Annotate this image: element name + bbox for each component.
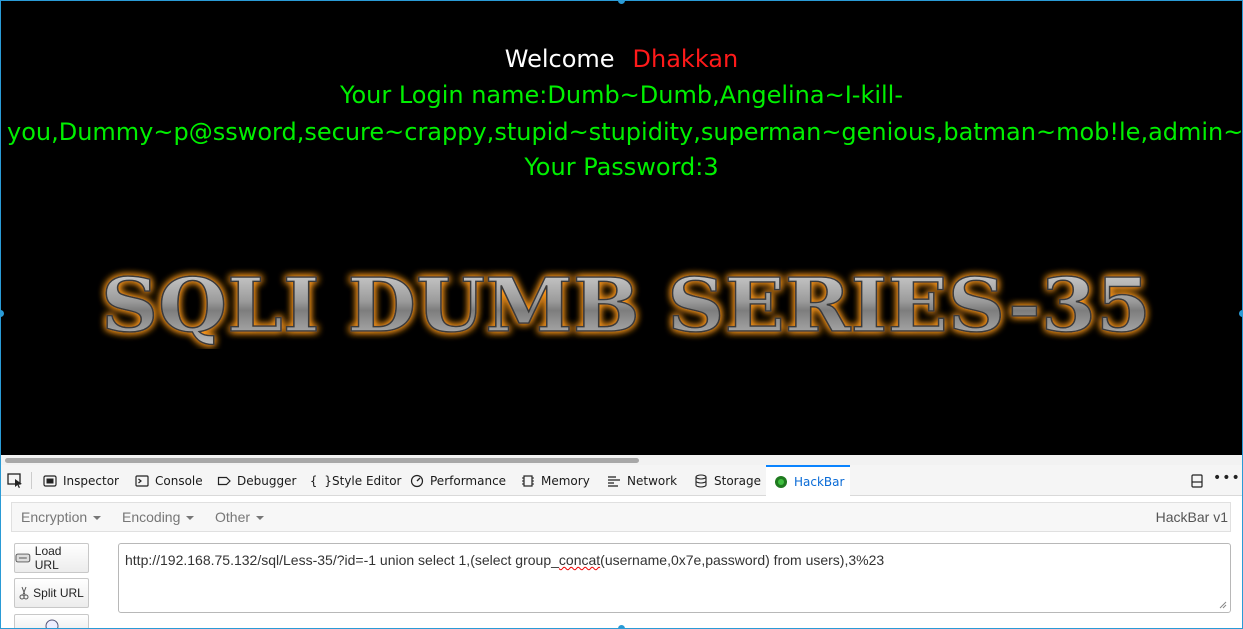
series-banner-logo: SQLI DUMB SERIES-35 (100, 262, 1152, 349)
split-url-label: Split URL (33, 586, 84, 600)
scrollbar-thumb[interactable] (5, 458, 639, 463)
console-icon (135, 474, 149, 487)
login-name-line-2: you,Dummy~p@ssword,secure~crappy,stupid~… (7, 118, 1242, 146)
login-name-line-1: Your Login name:Dumb~Dumb,Angelina~I-kil… (339, 81, 904, 109)
tab-storage-label: Storage (714, 473, 761, 488)
selection-handle-right (1239, 310, 1243, 317)
split-url-button[interactable]: Split URL (14, 578, 89, 608)
resize-grip-icon[interactable] (1219, 601, 1227, 609)
dock-side-icon[interactable] (1190, 474, 1204, 488)
tab-performance[interactable]: Performance (406, 465, 510, 496)
load-icon (15, 553, 31, 563)
welcome-name: Dhakkan (632, 45, 739, 73)
element-picker-icon[interactable] (7, 473, 23, 488)
url-text-spellcheck: concat (558, 552, 601, 568)
performance-icon (410, 474, 424, 487)
tab-inspector-label: Inspector (63, 473, 119, 488)
page-horizontal-scrollbar[interactable] (1, 455, 1242, 465)
devtools-toolbar: Inspector Console Debugger { } Style Edi… (1, 465, 1242, 496)
menu-encryption-label: Encryption (21, 509, 88, 525)
banner-text: SQLI DUMB SERIES-35 (101, 263, 1151, 349)
menu-other[interactable]: Other (215, 509, 265, 525)
execute-icon (45, 619, 58, 629)
tab-debugger[interactable]: Debugger (213, 465, 300, 496)
execute-button-partial[interactable] (14, 614, 89, 629)
menu-encoding-label: Encoding (122, 509, 181, 525)
menu-encoding[interactable]: Encoding (122, 509, 195, 525)
tab-debugger-label: Debugger (237, 473, 297, 488)
tab-network-label: Network (627, 473, 678, 488)
tab-console-label: Console (155, 473, 203, 488)
inspector-icon (43, 474, 57, 487)
page-viewport: Welcome Dhakkan Your Login name:Dumb~Dumb… (1, 1, 1242, 455)
menu-encryption[interactable]: Encryption (21, 509, 102, 525)
storage-icon (695, 473, 707, 488)
tab-storage[interactable]: Storage (690, 465, 765, 496)
chevron-down-icon (93, 516, 102, 521)
welcome-label: Welcome (504, 45, 615, 73)
password-line: Your Password:3 (524, 153, 719, 181)
load-url-label: Load URL (34, 544, 62, 572)
hackbar-menu-bar: Encryption Encoding Other HackBar v1 (11, 502, 1231, 532)
tab-performance-label: Performance (430, 473, 507, 488)
tab-style-editor-label: Style Editor (332, 473, 402, 488)
menu-other-label: Other (215, 509, 251, 525)
chevron-down-icon (186, 516, 195, 521)
toolbar-separator (31, 472, 32, 489)
scissors-icon (19, 586, 29, 600)
url-textarea[interactable]: http://192.168.75.132/sql/Less-35/?id=-1… (118, 543, 1231, 613)
load-url-button[interactable]: Load URL (14, 543, 89, 573)
hackbar-version: HackBar v1 (1155, 509, 1228, 525)
tab-network[interactable]: Network (603, 465, 681, 496)
devtools-panel: Inspector Console Debugger { } Style Edi… (1, 465, 1242, 629)
more-options-icon[interactable]: ••• (1213, 470, 1241, 486)
tab-hackbar[interactable]: HackBar (766, 465, 850, 496)
chevron-down-icon (256, 516, 265, 521)
tab-style-editor[interactable]: { } Style Editor (306, 465, 405, 496)
tab-console[interactable]: Console (131, 465, 207, 496)
tab-inspector[interactable]: Inspector (39, 465, 123, 496)
welcome-line: Welcome Dhakkan (1, 44, 1242, 74)
url-text-suffix: (username,0x7e,password) from users),3%2… (600, 552, 885, 568)
tab-memory-label: Memory (541, 473, 590, 488)
debugger-icon (217, 476, 231, 485)
tab-hackbar-label: HackBar (794, 474, 845, 489)
network-icon (608, 475, 620, 487)
tab-memory[interactable]: Memory (517, 465, 594, 496)
url-text-prefix: http://192.168.75.132/sql/Less-35/?id=-1… (125, 552, 559, 568)
selection-handle-bottom (618, 625, 625, 629)
style-editor-icon: { } (310, 473, 332, 488)
memory-icon (522, 474, 534, 487)
hackbar-icon (775, 475, 787, 488)
